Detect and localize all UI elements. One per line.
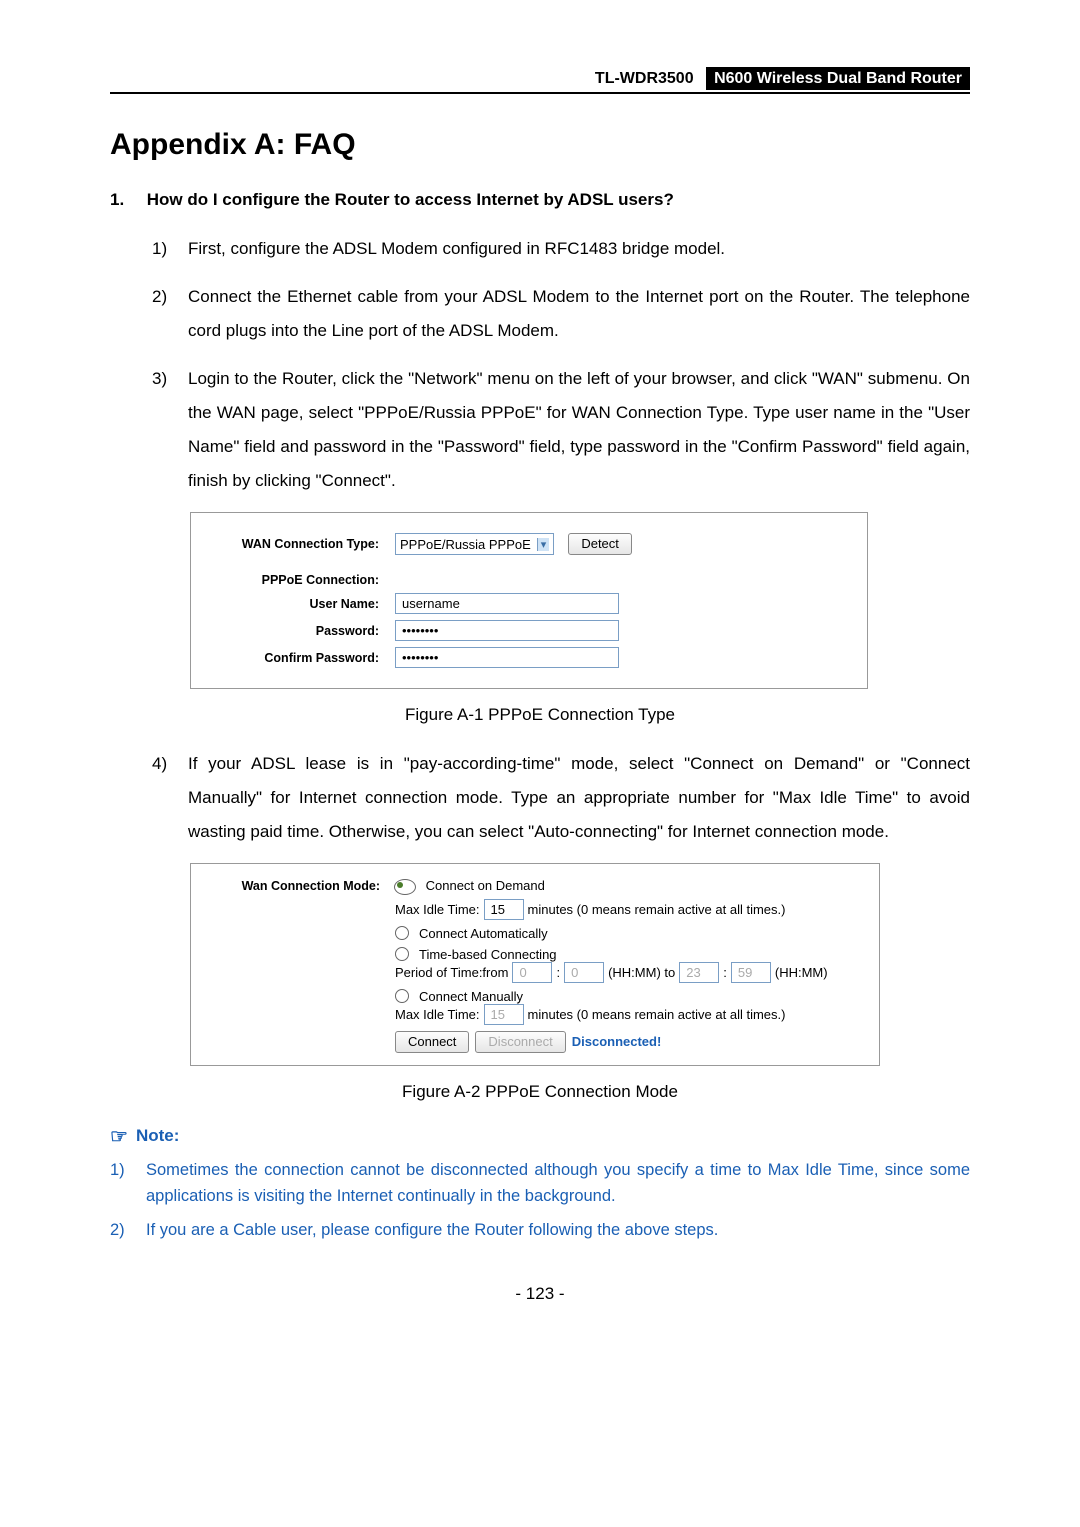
note-text: If you are a Cable user, please configur… bbox=[146, 1221, 718, 1239]
note-2: 2) If you are a Cable user, please confi… bbox=[110, 1217, 970, 1243]
username-input[interactable]: username bbox=[395, 593, 619, 614]
radio-time-based[interactable] bbox=[395, 947, 409, 961]
note-text: Sometimes the connection cannot be disco… bbox=[146, 1161, 970, 1205]
step-text: Connect the Ethernet cable from your ADS… bbox=[188, 287, 970, 340]
max-idle-label: Max Idle Time: bbox=[395, 902, 480, 917]
opt-time-based: Time-based Connecting bbox=[419, 947, 557, 962]
password-input[interactable]: •••••••• bbox=[395, 620, 619, 641]
hhmm-to: (HH:MM) to bbox=[608, 965, 675, 980]
max-idle-suffix: minutes (0 means remain active at all ti… bbox=[528, 902, 786, 917]
pppoe-conn-label: PPPoE Connection: bbox=[209, 573, 395, 587]
period-from-hh[interactable]: 0 bbox=[512, 962, 552, 983]
wan-conn-mode-label: Wan Connection Mode: bbox=[205, 879, 394, 893]
note-1: 1) Sometimes the connection cannot be di… bbox=[110, 1157, 970, 1210]
radio-connect-on-demand[interactable] bbox=[394, 879, 416, 895]
question-1: 1. How do I configure the Router to acce… bbox=[110, 190, 970, 210]
confirm-password-input[interactable]: •••••••• bbox=[395, 647, 619, 668]
step-text: First, configure the ADSL Modem configur… bbox=[188, 239, 725, 258]
figure-a1-panel: WAN Connection Type: PPPoE/Russia PPPoE … bbox=[190, 512, 868, 689]
chevron-down-icon: ▾ bbox=[537, 538, 550, 551]
wan-conn-type-label: WAN Connection Type: bbox=[209, 537, 395, 551]
step-num: 4) bbox=[152, 747, 167, 781]
page-number: - 123 - bbox=[110, 1284, 970, 1304]
step-num: 3) bbox=[152, 362, 167, 396]
connect-button[interactable]: Connect bbox=[395, 1031, 469, 1053]
figure-a2-caption: Figure A-2 PPPoE Connection Mode bbox=[110, 1082, 970, 1102]
password-label: Password: bbox=[209, 624, 395, 638]
step-2: 2) Connect the Ethernet cable from your … bbox=[152, 280, 970, 348]
connection-status: Disconnected! bbox=[572, 1034, 662, 1049]
disconnect-button[interactable]: Disconnect bbox=[475, 1031, 565, 1053]
colon-sep: : bbox=[723, 965, 727, 980]
question-text: How do I configure the Router to access … bbox=[147, 190, 674, 209]
wan-conn-type-select[interactable]: PPPoE/Russia PPPoE ▾ bbox=[395, 533, 554, 555]
figure-a1-caption: Figure A-1 PPPoE Connection Type bbox=[110, 705, 970, 725]
detect-button[interactable]: Detect bbox=[568, 533, 632, 555]
period-label: Period of Time:from bbox=[395, 965, 508, 980]
max-idle-suffix-2: minutes (0 means remain active at all ti… bbox=[528, 1007, 786, 1022]
note-num: 2) bbox=[110, 1217, 125, 1243]
note-label: Note: bbox=[136, 1126, 179, 1146]
step-3: 3) Login to the Router, click the "Netwo… bbox=[152, 362, 970, 498]
step-1: 1) First, configure the ADSL Modem confi… bbox=[152, 232, 970, 266]
step-num: 2) bbox=[152, 280, 167, 314]
hhmm: (HH:MM) bbox=[775, 965, 828, 980]
colon-sep: : bbox=[556, 965, 560, 980]
step-text: Login to the Router, click the "Network"… bbox=[188, 369, 970, 490]
note-heading: ☞ Note: bbox=[110, 1124, 970, 1149]
header-model: TL-WDR3500 bbox=[595, 70, 694, 87]
question-number: 1. bbox=[110, 190, 142, 210]
opt-connect-auto: Connect Automatically bbox=[419, 926, 548, 941]
period-to-mm[interactable]: 59 bbox=[731, 962, 771, 983]
doc-header: TL-WDR3500 N600 Wireless Dual Band Route… bbox=[110, 70, 970, 94]
wan-conn-type-value: PPPoE/Russia PPPoE bbox=[400, 537, 531, 552]
opt-connect-manually: Connect Manually bbox=[419, 989, 523, 1004]
note-num: 1) bbox=[110, 1157, 125, 1183]
confirm-password-label: Confirm Password: bbox=[209, 651, 395, 665]
step-4: 4) If your ADSL lease is in "pay-accordi… bbox=[152, 747, 970, 849]
max-idle-input-1[interactable]: 15 bbox=[484, 899, 524, 920]
radio-connect-auto[interactable] bbox=[395, 926, 409, 940]
step-text: If your ADSL lease is in "pay-according-… bbox=[188, 754, 970, 841]
opt-connect-on-demand: Connect on Demand bbox=[426, 878, 545, 893]
max-idle-label-2: Max Idle Time: bbox=[395, 1007, 480, 1022]
period-from-mm[interactable]: 0 bbox=[564, 962, 604, 983]
step-num: 1) bbox=[152, 232, 167, 266]
figure-a2-panel: Wan Connection Mode: Connect on Demand M… bbox=[190, 863, 880, 1066]
radio-connect-manually[interactable] bbox=[395, 989, 409, 1003]
pointing-hand-icon: ☞ bbox=[110, 1124, 128, 1149]
page-title: Appendix A: FAQ bbox=[110, 128, 970, 162]
period-to-hh[interactable]: 23 bbox=[679, 962, 719, 983]
username-label: User Name: bbox=[209, 597, 395, 611]
header-product: N600 Wireless Dual Band Router bbox=[706, 67, 970, 90]
max-idle-input-2[interactable]: 15 bbox=[484, 1004, 524, 1025]
